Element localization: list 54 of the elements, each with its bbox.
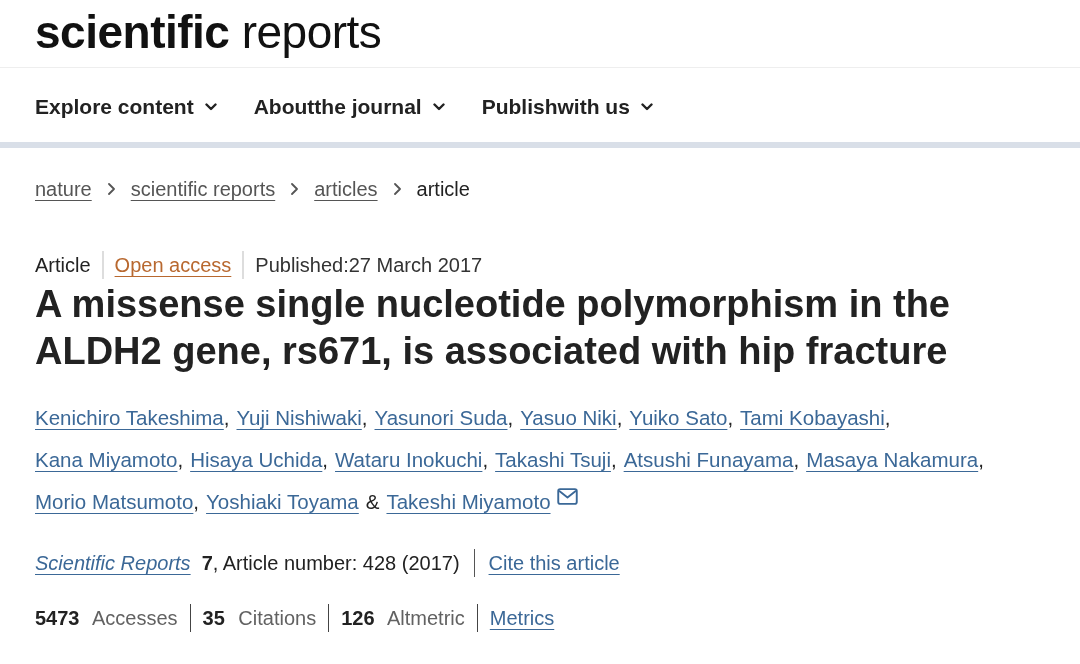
- published-date: Published:27 March 2017: [255, 253, 483, 278]
- journal-logo[interactable]: scientific reports: [35, 8, 382, 59]
- chevron-down-icon: [432, 103, 445, 111]
- chevron-down-icon: [204, 103, 217, 111]
- author-link[interactable]: Yasunori Suda: [374, 397, 508, 439]
- author-separator: ,: [507, 405, 514, 431]
- article-title: A missense single nucleotide polymorphism in the ALDH2 gene, rs671, is associated with hip fracture: [35, 282, 951, 374]
- author-link[interactable]: Morio Matsumoto: [35, 481, 194, 523]
- nav-menu-button[interactable]: Explore content: [35, 91, 217, 123]
- chevron-right-icon: [393, 183, 401, 195]
- nav-menu-button[interactable]: Aboutthe journal: [253, 91, 445, 123]
- metrics-link[interactable]: Metrics: [489, 603, 555, 633]
- author-link[interactable]: Yoshiaki Toyama: [206, 481, 359, 523]
- breadcrumb-link[interactable]: articles: [314, 174, 378, 204]
- author-link[interactable]: Atsushi Funayama: [623, 439, 794, 481]
- author-link[interactable]: Tami Kobayashi: [740, 397, 885, 439]
- breadcrumb-link[interactable]: scientific reports: [130, 174, 276, 204]
- open-access-link[interactable]: Open access: [114, 250, 232, 280]
- nav-menu-button[interactable]: Publishwith us: [481, 91, 653, 123]
- author-separator: ,: [223, 405, 230, 431]
- author-link[interactable]: Wataru Inokuchi: [335, 439, 483, 481]
- author-separator: ,: [193, 489, 200, 515]
- chevron-right-icon: [107, 183, 115, 195]
- author-separator: ,: [361, 405, 368, 431]
- article-type: Article: [35, 253, 91, 278]
- author-separator: ,: [793, 447, 800, 473]
- author-separator: ,: [978, 447, 984, 473]
- author-separator: ,: [610, 447, 617, 473]
- metric-stat: 35 Citations: [202, 606, 317, 631]
- author-separator: ,: [884, 405, 891, 431]
- author-separator: ,: [616, 405, 623, 431]
- breadcrumb-link[interactable]: nature: [35, 174, 92, 204]
- metric-stat: 5473 Accesses: [35, 606, 178, 631]
- author-link[interactable]: Masaya Nakamura: [806, 439, 979, 481]
- author-separator: ,: [177, 447, 184, 473]
- author-link[interactable]: Yuji Nishiwaki: [236, 397, 362, 439]
- author-separator: ,: [727, 405, 734, 431]
- author-separator: &: [365, 489, 380, 515]
- citation-details: 7, Article number: 428 (2017): [201, 551, 460, 576]
- author-link[interactable]: Kenichiro Takeshima: [35, 397, 224, 439]
- author-link[interactable]: Kana Miyamoto: [35, 439, 178, 481]
- author-link[interactable]: Takeshi Miyamoto: [386, 481, 551, 523]
- metric-stat: 126 Altmetric: [341, 606, 465, 631]
- cite-article-link[interactable]: Cite this article: [488, 548, 620, 578]
- chevron-right-icon: [291, 183, 299, 195]
- author-link[interactable]: Yuiko Sato: [629, 397, 728, 439]
- author-separator: ,: [482, 447, 489, 473]
- author-link[interactable]: Yasuo Niki: [520, 397, 617, 439]
- author-link[interactable]: Takashi Tsuji: [495, 439, 611, 481]
- author-link[interactable]: Hisaya Uchida: [190, 439, 323, 481]
- breadcrumb-current: article: [416, 177, 470, 202]
- chevron-down-icon: [640, 103, 653, 111]
- author-separator: ,: [322, 447, 328, 473]
- journal-link[interactable]: Scientific Reports: [35, 548, 191, 578]
